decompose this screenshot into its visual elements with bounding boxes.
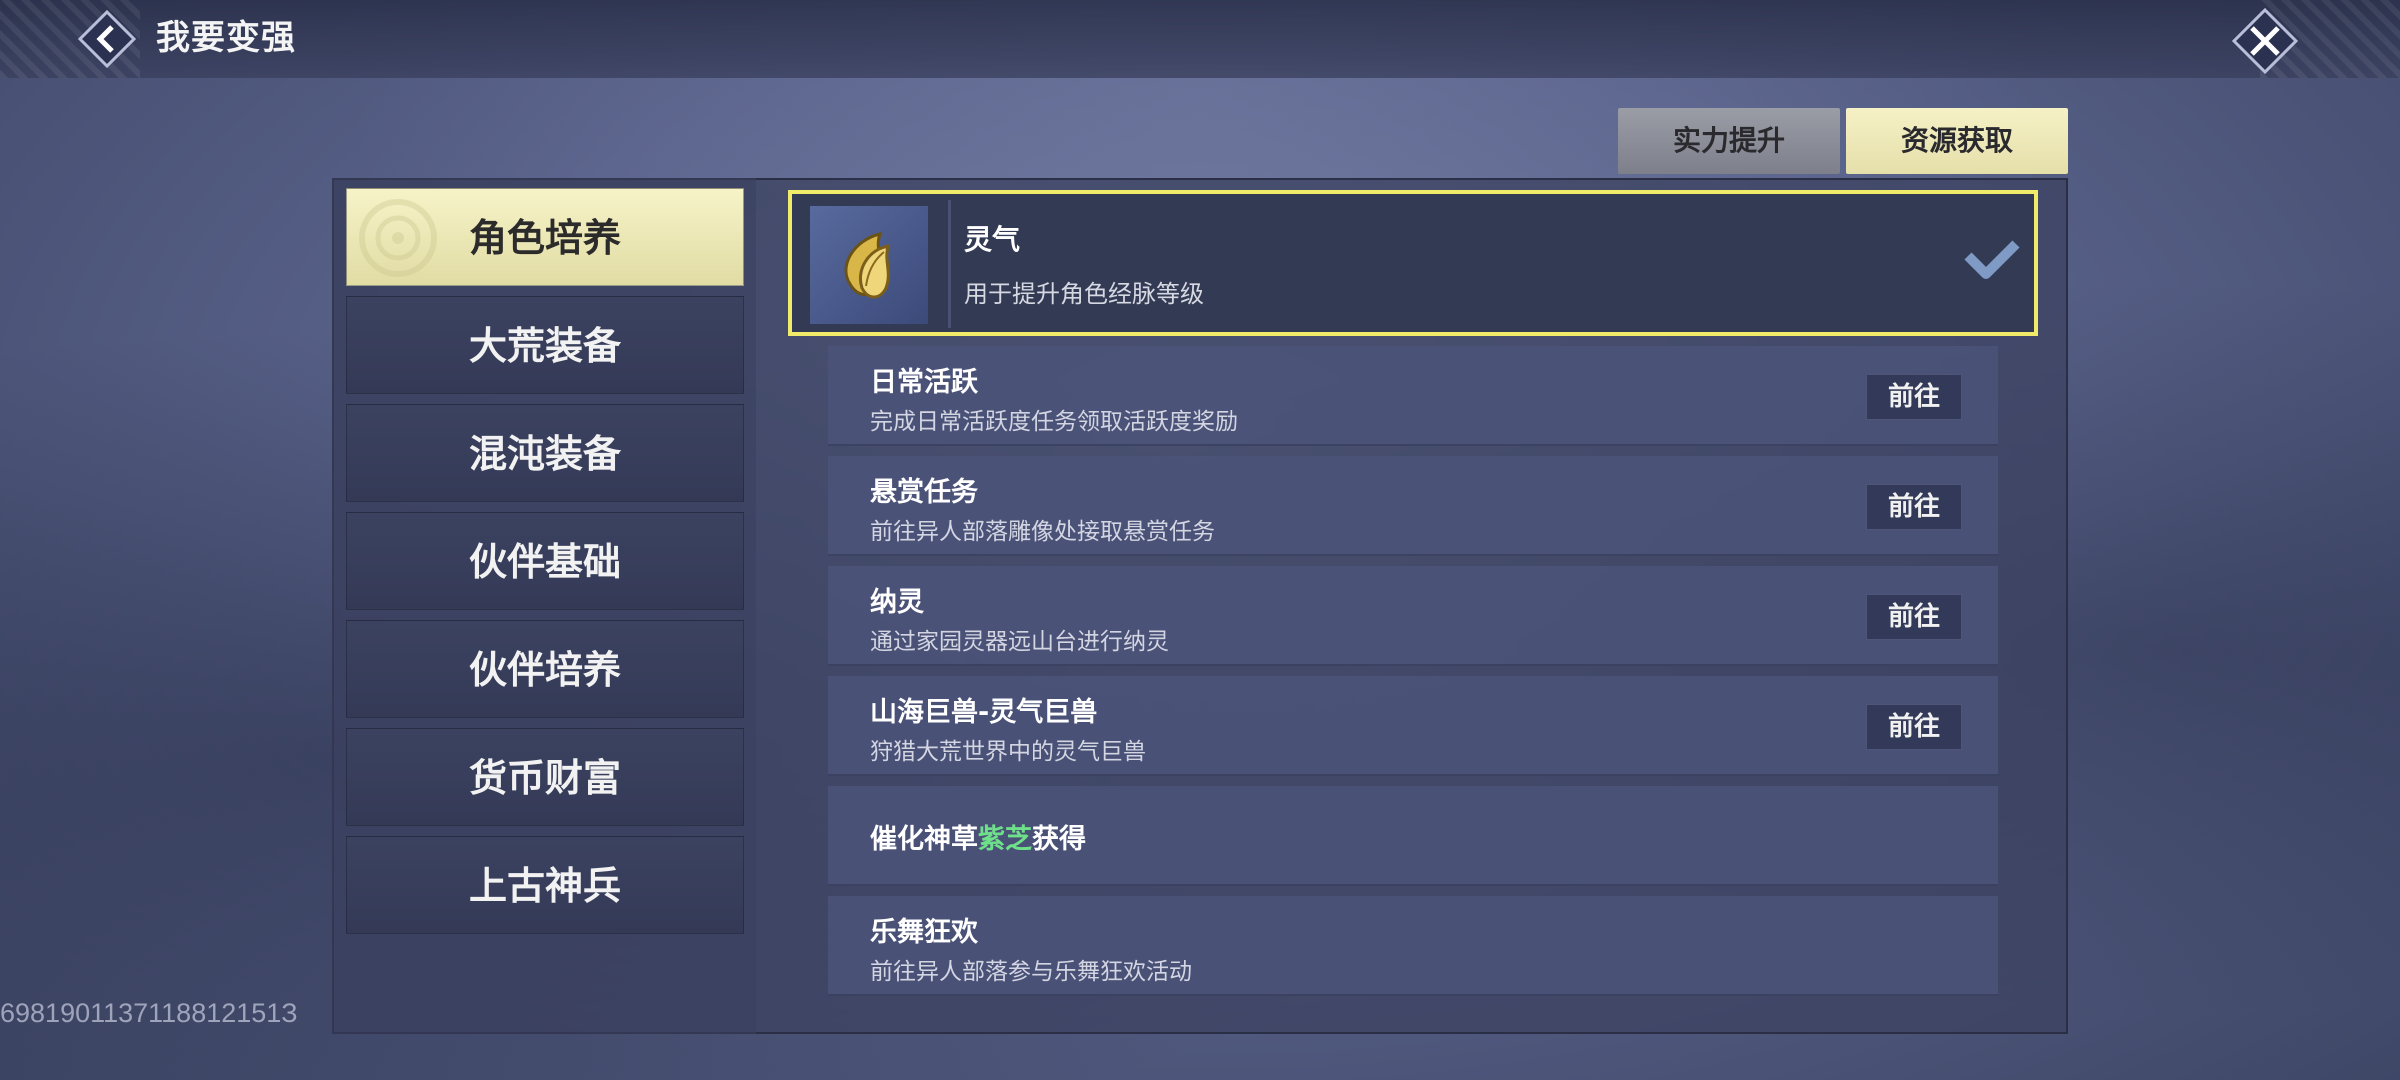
- tab-resource-acquire[interactable]: 资源获取: [1846, 108, 2068, 174]
- source-title: 纳灵: [870, 587, 924, 618]
- item-divider: [948, 200, 951, 328]
- source-description: 狩猎大荒世界中的灵气巨兽: [870, 739, 1146, 765]
- go-button[interactable]: 前往: [1866, 594, 1962, 640]
- checkmark-icon: [1964, 240, 2020, 279]
- source-row-bounty-task: 悬赏任务 前往异人部落雕像处接取悬赏任务 前往: [828, 456, 1998, 556]
- source-row-naling: 纳灵 通过家园灵器远山台进行纳灵 前往: [828, 566, 1998, 666]
- category-dahuang-equipment[interactable]: 大荒装备: [346, 296, 744, 394]
- source-title: 山海巨兽-灵气巨兽: [870, 697, 1098, 728]
- source-title: 悬赏任务: [870, 477, 978, 508]
- source-title-part: 催化神草: [870, 824, 978, 855]
- player-uid: 6981901137118812151З: [0, 998, 298, 1028]
- item-description: 用于提升角色经脉等级: [964, 280, 1204, 308]
- back-button[interactable]: [77, 9, 137, 69]
- tab-strength-up[interactable]: 实力提升: [1618, 108, 1840, 174]
- source-row-daily-active: 日常活跃 完成日常活跃度任务领取活跃度奖励 前往: [828, 346, 1998, 446]
- go-button[interactable]: 前往: [1866, 374, 1962, 420]
- category-label: 混沌装备: [468, 432, 621, 476]
- source-description: 前往异人部落参与乐舞狂欢活动: [870, 959, 1192, 985]
- top-bar: 我要变强: [0, 0, 2400, 78]
- swirl-ornament-icon: [359, 199, 437, 277]
- source-title: 乐舞狂欢: [870, 917, 978, 948]
- source-title-part: 获得: [1032, 824, 1086, 855]
- source-description: 通过家园灵器远山台进行纳灵: [870, 629, 1169, 655]
- category-label: 上古神兵: [468, 864, 621, 908]
- category-partner-training[interactable]: 伙伴培养: [346, 620, 744, 718]
- close-icon: [2231, 7, 2299, 75]
- category-currency-wealth[interactable]: 货币财富: [346, 728, 744, 826]
- source-row-giant-beast: 山海巨兽-灵气巨兽 狩猎大荒世界中的灵气巨兽 前往: [828, 676, 1998, 776]
- category-partner-basic[interactable]: 伙伴基础: [346, 512, 744, 610]
- source-row-catalyze-herb: 催化神草紫芝获得: [828, 786, 1998, 886]
- go-button[interactable]: 前往: [1866, 484, 1962, 530]
- selected-item-card[interactable]: 灵气 用于提升角色经脉等级: [788, 190, 2038, 336]
- back-arrow-icon: [77, 9, 137, 69]
- source-description: 前往异人部落雕像处接取悬赏任务: [870, 519, 1215, 545]
- close-button[interactable]: [2231, 7, 2299, 75]
- category-label: 大荒装备: [468, 324, 621, 368]
- source-row-dance-carnival: 乐舞狂欢 前往异人部落参与乐舞狂欢活动: [828, 896, 1998, 996]
- item-icon-frame: [810, 206, 928, 324]
- category-label: 伙伴基础: [468, 540, 621, 584]
- category-character-training[interactable]: 角色培养: [346, 188, 744, 286]
- source-title: 日常活跃: [870, 367, 978, 398]
- page-title: 我要变强: [156, 18, 296, 58]
- source-description: 完成日常活跃度任务领取活跃度奖励: [870, 409, 1238, 435]
- go-button[interactable]: 前往: [1866, 704, 1962, 750]
- category-chaos-equipment[interactable]: 混沌装备: [346, 404, 744, 502]
- item-name: 灵气: [964, 223, 1021, 256]
- gold-feather-icon: [844, 231, 891, 299]
- category-ancient-weapon[interactable]: 上古神兵: [346, 836, 744, 934]
- category-label: 角色培养: [468, 216, 621, 260]
- source-title: 催化神草紫芝获得: [870, 817, 1086, 856]
- category-label: 货币财富: [468, 756, 621, 800]
- highlighted-herb-name: 紫芝: [978, 824, 1032, 855]
- category-label: 伙伴培养: [468, 648, 621, 692]
